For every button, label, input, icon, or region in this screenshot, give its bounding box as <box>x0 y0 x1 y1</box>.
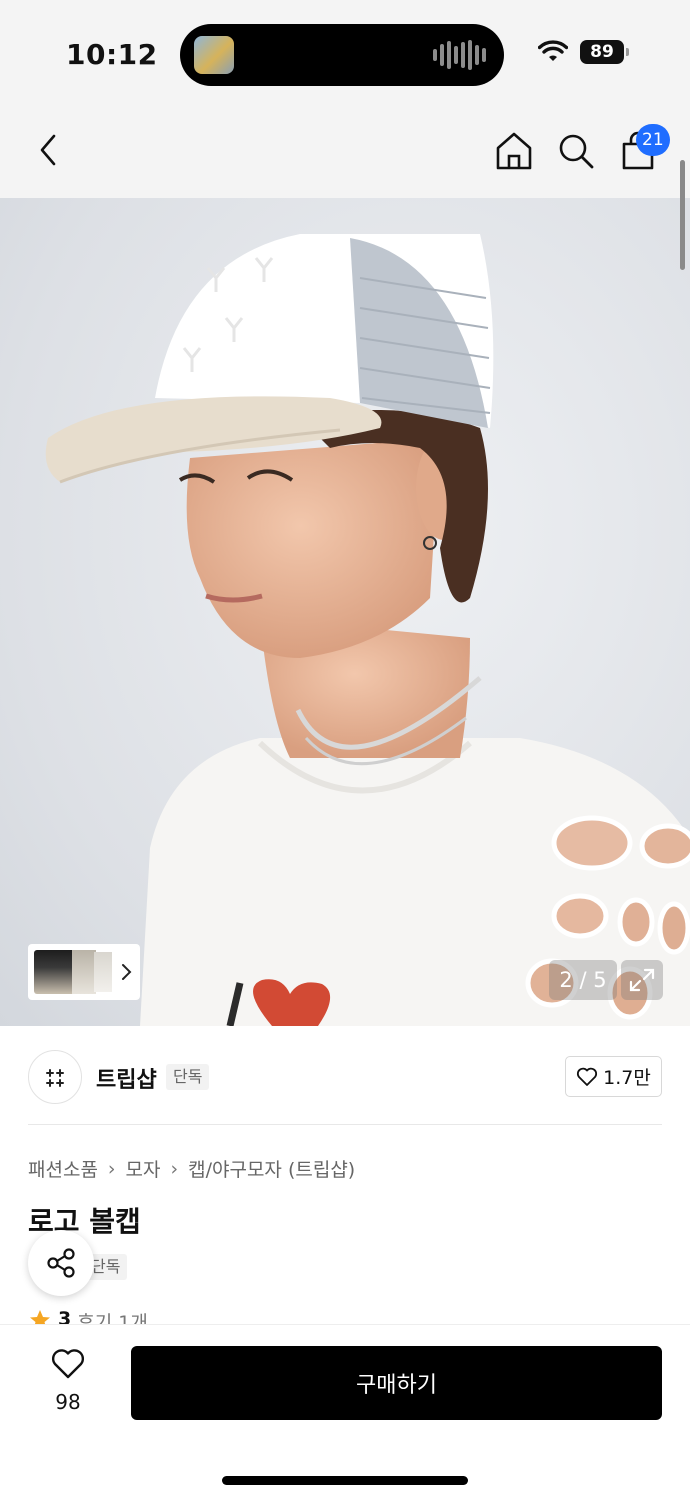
gallery-thumbnail-strip[interactable] <box>28 944 140 1000</box>
status-bar: 10:12 89 <box>0 0 690 100</box>
wishlist-count: 98 <box>55 1390 81 1414</box>
expand-icon <box>629 968 655 992</box>
share-icon <box>47 1248 75 1278</box>
search-icon[interactable] <box>556 130 596 172</box>
thumbnail-image[interactable] <box>72 950 96 994</box>
battery-indicator: 89 <box>580 40 629 64</box>
audio-waveform-icon <box>433 40 486 70</box>
heart-icon <box>577 1067 598 1086</box>
status-indicators: 89 <box>538 40 629 64</box>
thumbnail-image[interactable] <box>94 952 112 992</box>
product-photo <box>45 234 690 1026</box>
breadcrumb-item[interactable]: 패션소품 <box>28 1155 98 1182</box>
brand-logo[interactable] <box>28 1050 82 1104</box>
home-indicator[interactable] <box>222 1476 468 1485</box>
scrollbar-thumb[interactable] <box>680 160 685 270</box>
chevron-right-icon <box>122 964 132 980</box>
dynamic-island[interactable] <box>180 24 504 86</box>
divider <box>28 1124 662 1125</box>
wifi-icon <box>538 40 568 61</box>
breadcrumb-item[interactable]: 캡/야구모자 (트립샵) <box>188 1155 355 1182</box>
home-icon[interactable] <box>494 130 534 172</box>
breadcrumb-item[interactable]: 모자 <box>126 1155 161 1182</box>
now-playing-artwork <box>194 36 234 74</box>
brand-name[interactable]: 트립샵 <box>96 1062 157 1094</box>
sparkle-logo-icon <box>46 1069 64 1087</box>
chevron-right-icon: › <box>170 1157 179 1180</box>
fullscreen-button[interactable] <box>621 960 663 1000</box>
chevron-right-icon: › <box>107 1157 116 1180</box>
share-button[interactable] <box>28 1230 94 1296</box>
status-time: 10:12 <box>66 38 158 71</box>
top-nav-bar <box>0 100 690 198</box>
exclusive-badge: 단독 <box>166 1064 210 1090</box>
image-counter: 2 / 5 <box>549 960 617 1000</box>
heart-icon <box>51 1349 85 1379</box>
buy-button[interactable]: 구매하기 <box>131 1346 662 1420</box>
brand-like-button[interactable]: 1.7만 <box>565 1056 662 1097</box>
product-image-gallery[interactable] <box>0 198 690 1026</box>
wishlist-button[interactable] <box>36 1348 100 1384</box>
brand-like-count: 1.7만 <box>603 1067 651 1089</box>
back-arrow-icon[interactable] <box>30 130 66 170</box>
breadcrumb: 패션소품 › 모자 › 캡/야구모자 (트립샵) <box>28 1155 355 1182</box>
cart-count-badge: 21 <box>636 124 670 156</box>
